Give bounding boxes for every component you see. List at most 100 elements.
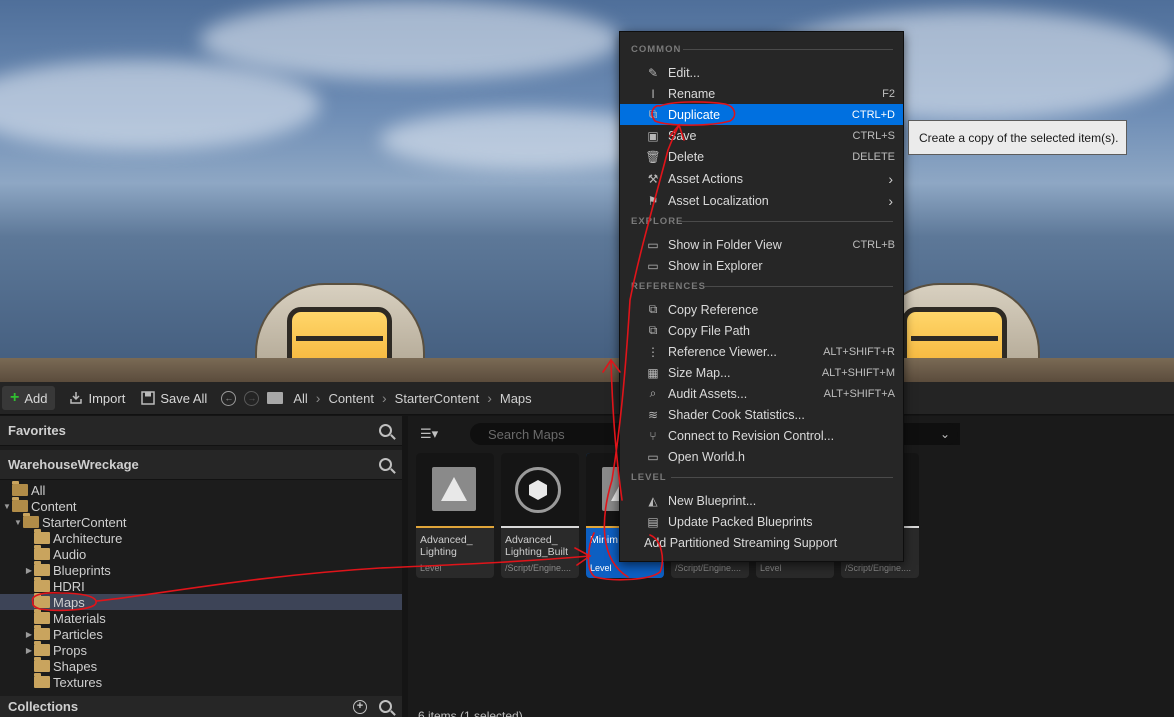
tree-item-hdri[interactable]: HDRI xyxy=(0,577,402,594)
breadcrumb-separator-icon: › xyxy=(487,390,492,406)
folder-icon[interactable] xyxy=(267,392,284,404)
tree-item-content[interactable]: ▼ Content xyxy=(0,497,402,514)
chevron-right-icon[interactable]: ▶ xyxy=(24,630,34,639)
favorites-header[interactable]: Favorites xyxy=(0,416,402,446)
folder-icon xyxy=(12,497,28,512)
tree-item-audio[interactable]: Audio xyxy=(0,545,402,562)
menu-item-shortcut: CTRL+D xyxy=(851,108,895,121)
import-button[interactable]: Import xyxy=(61,386,133,410)
menu-item-copy-reference[interactable]: ⧉ Copy Reference xyxy=(620,299,903,320)
menu-item-reference-viewer[interactable]: ⋮ Reference Viewer... ALT+SHIFT+R xyxy=(620,341,903,362)
menu-item-connect-to-revision-control[interactable]: ⑂ Connect to Revision Control... xyxy=(620,425,903,446)
chevron-right-icon[interactable]: ▶ xyxy=(24,646,34,655)
menu-divider xyxy=(705,286,893,287)
tree-item-shapes[interactable]: Shapes xyxy=(0,657,402,674)
search-icon[interactable] xyxy=(379,700,392,713)
rename-icon: I xyxy=(651,86,655,101)
asset-tile[interactable]: Advanced_ Lighting Level xyxy=(416,453,494,578)
tooltip: Create a copy of the selected item(s). xyxy=(908,120,1127,155)
pencil-icon: ✎ xyxy=(647,65,659,80)
menu-item-label: Asset Localization xyxy=(668,193,769,208)
menu-item-save[interactable]: ▣ Save CTRL+S xyxy=(620,125,903,146)
level-icon xyxy=(432,467,476,511)
content-browser-toolbar: + Add Import Save All ← → All › Content ›… xyxy=(0,382,1174,415)
menu-item-show-in-explorer[interactable]: ▭ Show in Explorer xyxy=(620,255,903,276)
tree-item-props[interactable]: ▶ Props xyxy=(0,641,402,658)
menu-item-update-packed-blueprints[interactable]: ▤ Update Packed Blueprints xyxy=(620,511,903,532)
chevron-down-icon[interactable]: ▼ xyxy=(2,502,12,511)
menu-item-asset-localization[interactable]: ⚑ Asset Localization › xyxy=(620,190,903,211)
menu-item-rename[interactable]: I Rename F2 xyxy=(620,83,903,104)
menu-item-shortcut: F2 xyxy=(882,87,895,100)
favorites-title: Favorites xyxy=(8,423,66,438)
menu-item-delete[interactable]: 🗑 Delete DELETE xyxy=(620,146,903,167)
save-all-label: Save All xyxy=(160,390,208,406)
tree-item-blueprints[interactable]: ▶ Blueprints xyxy=(0,561,402,578)
filter-icon[interactable]: ☰▾ xyxy=(420,426,454,442)
menu-item-asset-actions[interactable]: ⚒ Asset Actions › xyxy=(620,168,903,189)
chevron-right-icon[interactable]: ▶ xyxy=(24,566,34,575)
flag-icon: ⚑ xyxy=(647,193,659,208)
asset-tile[interactable]: Advanced_ Lighting_Built/Script/Engine..… xyxy=(501,453,579,578)
menu-item-show-in-folder-view[interactable]: ▭ Show in Folder View CTRL+B xyxy=(620,234,903,255)
breadcrumb-content[interactable]: Content xyxy=(328,391,374,406)
level-viewport[interactable] xyxy=(0,0,1174,382)
menu-item-shortcut: DELETE xyxy=(852,150,895,163)
menu-item-copy-file-path[interactable]: ⧉ Copy File Path xyxy=(620,320,903,341)
menu-item-edit[interactable]: ✎ Edit... xyxy=(620,62,903,83)
import-icon xyxy=(70,392,83,404)
add-button[interactable]: + Add xyxy=(2,386,56,410)
folder-icon xyxy=(34,529,50,544)
menu-item-label: New Blueprint... xyxy=(668,493,757,508)
folder-icon xyxy=(34,641,50,656)
tree-item-maps[interactable]: Maps xyxy=(0,593,402,610)
search-icon[interactable] xyxy=(379,458,392,471)
chevron-right-icon: › xyxy=(888,170,893,187)
menu-item-label: Shader Cook Statistics... xyxy=(668,407,805,422)
tree-item-startercontent[interactable]: ▼ StarterContent xyxy=(0,513,402,530)
back-icon[interactable]: ← xyxy=(221,390,237,406)
menu-item-label: Show in Folder View xyxy=(668,237,782,252)
add-label: Add xyxy=(24,390,48,406)
tree-item-label: StarterContent xyxy=(42,514,127,530)
menu-item-shader-cook-statistics[interactable]: ≋ Shader Cook Statistics... xyxy=(620,404,903,425)
search-options[interactable]: ⌄ xyxy=(903,423,958,445)
tree-item-materials[interactable]: Materials xyxy=(0,609,402,626)
tree-item-label: Particles xyxy=(53,626,103,642)
tree-item-architecture[interactable]: Architecture xyxy=(0,529,402,546)
collections-header[interactable]: Collections + xyxy=(0,696,402,717)
folder-icon xyxy=(34,609,50,624)
save-all-button[interactable]: Save All xyxy=(133,386,215,410)
tree-item-all[interactable]: All xyxy=(0,481,402,498)
copy-icon: ⧉ xyxy=(648,302,658,316)
menu-item-add-partitioned-streaming-support[interactable]: Add Partitioned Streaming Support xyxy=(620,532,903,553)
branch-icon: ⑂ xyxy=(649,428,657,443)
add-collection-icon[interactable]: + xyxy=(353,699,367,714)
sources-panel: Favorites WarehouseWreckage All ▼ Content ▼… xyxy=(0,416,402,717)
menu-section-explore: EXPLORE xyxy=(631,216,893,227)
chevron-down-icon[interactable]: ⌄ xyxy=(940,427,950,441)
asset-thumbnail xyxy=(416,453,494,526)
chevron-down-icon[interactable]: ▼ xyxy=(13,518,23,527)
asset-type: Level xyxy=(420,563,442,573)
project-title: WarehouseWreckage xyxy=(8,457,139,472)
search-icon[interactable] xyxy=(379,424,392,437)
breadcrumb-maps[interactable]: Maps xyxy=(500,391,532,406)
tree-item-textures[interactable]: Textures xyxy=(0,673,402,690)
menu-item-label: Add Partitioned Streaming Support xyxy=(644,535,838,550)
menu-item-audit-assets[interactable]: ⌕ Audit Assets... ALT+SHIFT+A xyxy=(620,383,903,404)
menu-section-title: EXPLORE xyxy=(631,216,684,227)
menu-item-label: Asset Actions xyxy=(668,171,744,186)
breadcrumb-all[interactable]: All xyxy=(293,391,307,406)
project-header[interactable]: WarehouseWreckage xyxy=(0,450,402,480)
menu-item-new-blueprint[interactable]: ◭ New Blueprint... xyxy=(620,490,903,511)
menu-item-shortcut: ALT+SHIFT+M xyxy=(821,366,895,379)
tree-item-particles[interactable]: ▶ Particles xyxy=(0,625,402,642)
save-icon xyxy=(141,391,156,405)
menu-item-open-world-h[interactable]: ▭ Open World.h xyxy=(620,446,903,467)
menu-item-size-map[interactable]: ▦ Size Map... ALT+SHIFT+M xyxy=(620,362,903,383)
menu-item-duplicate[interactable]: ⧉ Duplicate CTRL+D xyxy=(620,104,903,125)
menu-item-label: Open World.h xyxy=(668,449,745,464)
breadcrumb-startercontent[interactable]: StarterContent xyxy=(395,391,480,406)
forward-icon[interactable]: → xyxy=(244,390,260,406)
